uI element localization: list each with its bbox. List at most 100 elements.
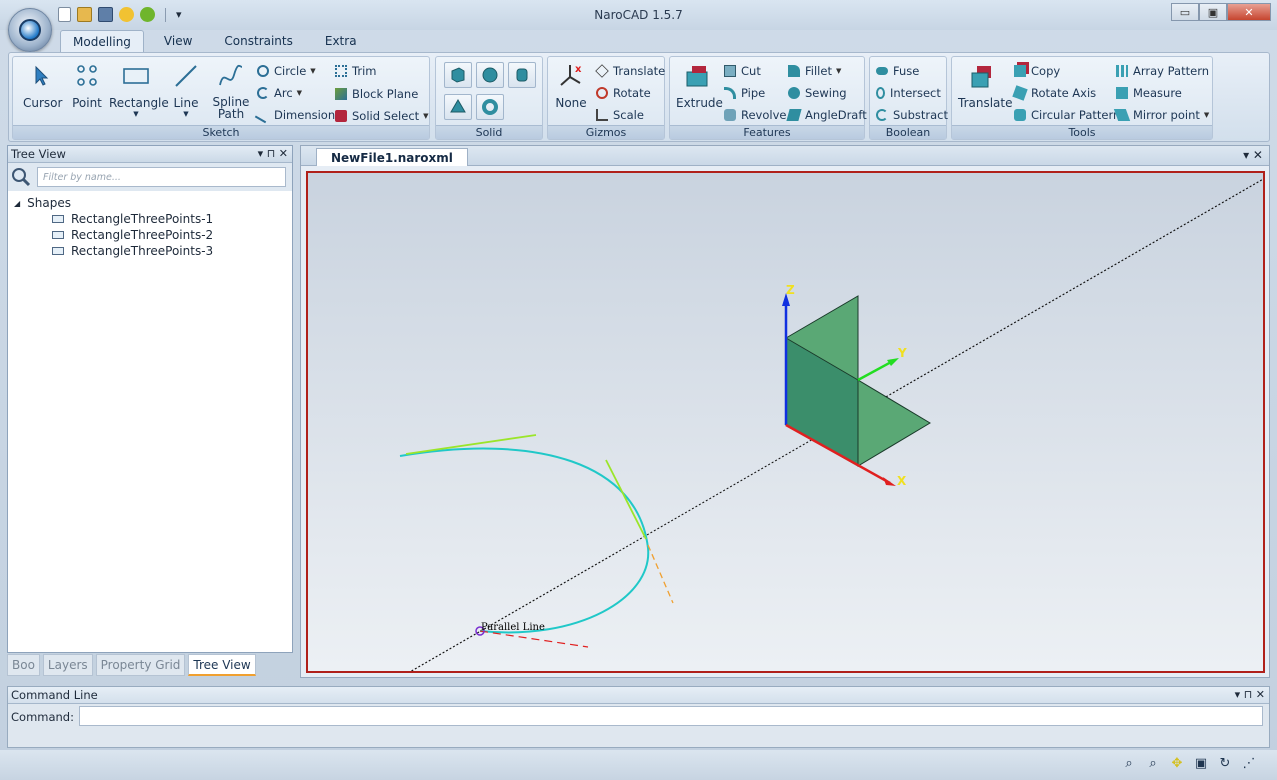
command-panel-controls[interactable]: ▾ ⊓ ✕ [1235,688,1265,701]
qat-more-button[interactable]: ▾ [176,8,182,21]
minimize-button[interactable]: ▭ [1171,3,1199,21]
tab-property-grid[interactable]: Property Grid [95,654,186,676]
tab-extra[interactable]: Extra [313,30,369,52]
tree-item[interactable]: RectangleThreePoints-1 [14,211,292,227]
mirror-point-button[interactable]: Mirror point ▼ [1113,106,1209,124]
undo-icon[interactable] [119,7,134,22]
solid-group: Solid [435,56,543,140]
redo-icon[interactable] [140,7,155,22]
gizmo-rotate-button[interactable]: Rotate [596,84,651,102]
chevron-down-icon: ▼ [296,89,303,97]
tools-translate-button[interactable]: Translate [958,63,1013,110]
dimension-icon [254,106,272,124]
tab-boo[interactable]: Boo [7,654,40,676]
tab-tree-view[interactable]: Tree View [188,654,256,676]
spline-path-button[interactable]: Spline Path [209,63,253,120]
rotate-axis-button[interactable]: Rotate Axis [1012,84,1096,102]
fuse-button[interactable]: Fuse [876,62,919,80]
command-input[interactable] [79,706,1263,726]
features-group: Extrude Cut Pipe Revolve Fillet ▼ Sewing … [669,56,867,140]
boolean-group-label: Boolean [870,125,946,139]
circle-button[interactable]: Circle ▼ [257,62,316,80]
block-plane-button[interactable]: Block Plane [335,85,418,103]
zoom-out-icon[interactable]: ⌕ [1145,755,1161,771]
cut-button[interactable]: Cut [724,62,761,80]
rotate-view-icon[interactable]: ↻ [1217,755,1233,771]
cylinder-button[interactable] [508,62,536,88]
command-line-title: Command Line [11,688,98,702]
tab-layers[interactable]: Layers [42,654,93,676]
save-icon[interactable] [98,7,113,22]
pipe-button[interactable]: Pipe [724,84,765,102]
quick-access-toolbar: ▾ [58,7,182,22]
copy-label: Copy [1031,64,1061,78]
line-button[interactable]: Line ▼ [171,63,201,118]
tree-search-input[interactable]: Filter by name... [37,167,286,187]
gizmo-none-button[interactable]: x None [554,63,588,110]
panel-controls[interactable]: ▾ ⊓ ✕ [258,147,288,160]
measure-icon [1116,87,1128,99]
array-pattern-button[interactable]: Array Pattern [1116,62,1209,80]
dimension-button[interactable]: Dimension [254,106,336,124]
solid-select-button[interactable]: Solid Select ▼ [335,107,429,125]
point-button[interactable]: Point [69,63,105,110]
tab-view[interactable]: View [152,30,204,52]
cursor-button[interactable]: Cursor [23,63,62,110]
document-tab[interactable]: NewFile1.naroxml [316,148,468,166]
collapse-triangle-icon[interactable]: ◢ [14,199,20,208]
command-line-header: Command Line ▾ ⊓ ✕ [8,687,1269,704]
cone-icon [450,99,466,113]
torus-button[interactable] [476,94,504,120]
revolve-button[interactable]: Revolve [724,106,786,124]
orange-guide [647,544,674,604]
maximize-button[interactable]: ▣ [1199,3,1227,21]
shapes-tree: ◢ Shapes RectangleThreePoints-1 Rectangle… [8,191,292,259]
close-button[interactable]: ✕ [1227,3,1271,21]
features-group-label: Features [670,125,864,139]
fit-all-icon[interactable]: ▣ [1193,755,1209,771]
rotate-gizmo-icon [596,87,608,99]
cone-button[interactable] [444,94,472,120]
svg-text:x: x [575,64,582,75]
status-bar: ⌕ ⌕ ✥ ▣ ↻ ⋰ [0,750,1277,780]
tab-modelling[interactable]: Modelling [60,30,144,52]
spline-icon [219,64,243,86]
angledraft-button[interactable]: AngleDraft [786,106,867,124]
intersect-button[interactable]: Intersect [876,84,941,102]
tree-item[interactable]: RectangleThreePoints-2 [14,227,292,243]
new-file-icon[interactable] [58,7,71,22]
substract-button[interactable]: Substract [876,106,948,124]
3d-viewport[interactable]: Z Y X Parallel Line [306,171,1266,674]
copy-button[interactable]: Copy [1014,62,1060,80]
substract-icon [876,109,888,121]
gizmo-scale-button[interactable]: Scale [596,106,644,124]
sketch-group-label: Sketch [13,125,429,139]
fillet-button[interactable]: Fillet ▼ [788,62,841,80]
tree-item[interactable]: RectangleThreePoints-3 [14,243,292,259]
trim-button[interactable]: Trim [335,62,376,80]
sphere-button[interactable] [476,62,504,88]
tab-constraints[interactable]: Constraints [212,30,304,52]
resize-grip-icon[interactable]: ⋰ [1241,755,1257,771]
tree-view-title: Tree View [11,147,66,161]
document-area: NewFile1.naroxml ▾ ✕ Z Y X Parallel Line [300,145,1270,678]
open-folder-icon[interactable] [77,7,92,22]
application-menu-button[interactable] [8,8,52,52]
y-axis-label: Y [897,346,907,360]
arc-button[interactable]: Arc ▼ [257,84,302,102]
chevron-down-icon: ▼ [423,112,429,120]
measure-button[interactable]: Measure [1116,84,1182,102]
tree-node-shapes[interactable]: ◢ Shapes [14,195,292,211]
gizmo-translate-button[interactable]: Translate [595,62,665,80]
document-controls[interactable]: ▾ ✕ [1243,148,1263,162]
dimension-label: Dimension [274,108,336,122]
zoom-in-icon[interactable]: ⌕ [1121,755,1137,771]
circular-pattern-button[interactable]: Circular Pattern [1014,106,1120,124]
box-button[interactable] [444,62,472,88]
pan-icon[interactable]: ✥ [1169,755,1185,771]
sketch-group: Cursor Point Rectangle ▼ Line ▼ Spline P… [12,56,430,140]
viewport-scene[interactable]: Z Y X Parallel Line [308,173,1266,674]
extrude-button[interactable]: Extrude [676,63,723,110]
sewing-button[interactable]: Sewing [788,84,847,102]
rectangle-button[interactable]: Rectangle ▼ [109,63,169,118]
